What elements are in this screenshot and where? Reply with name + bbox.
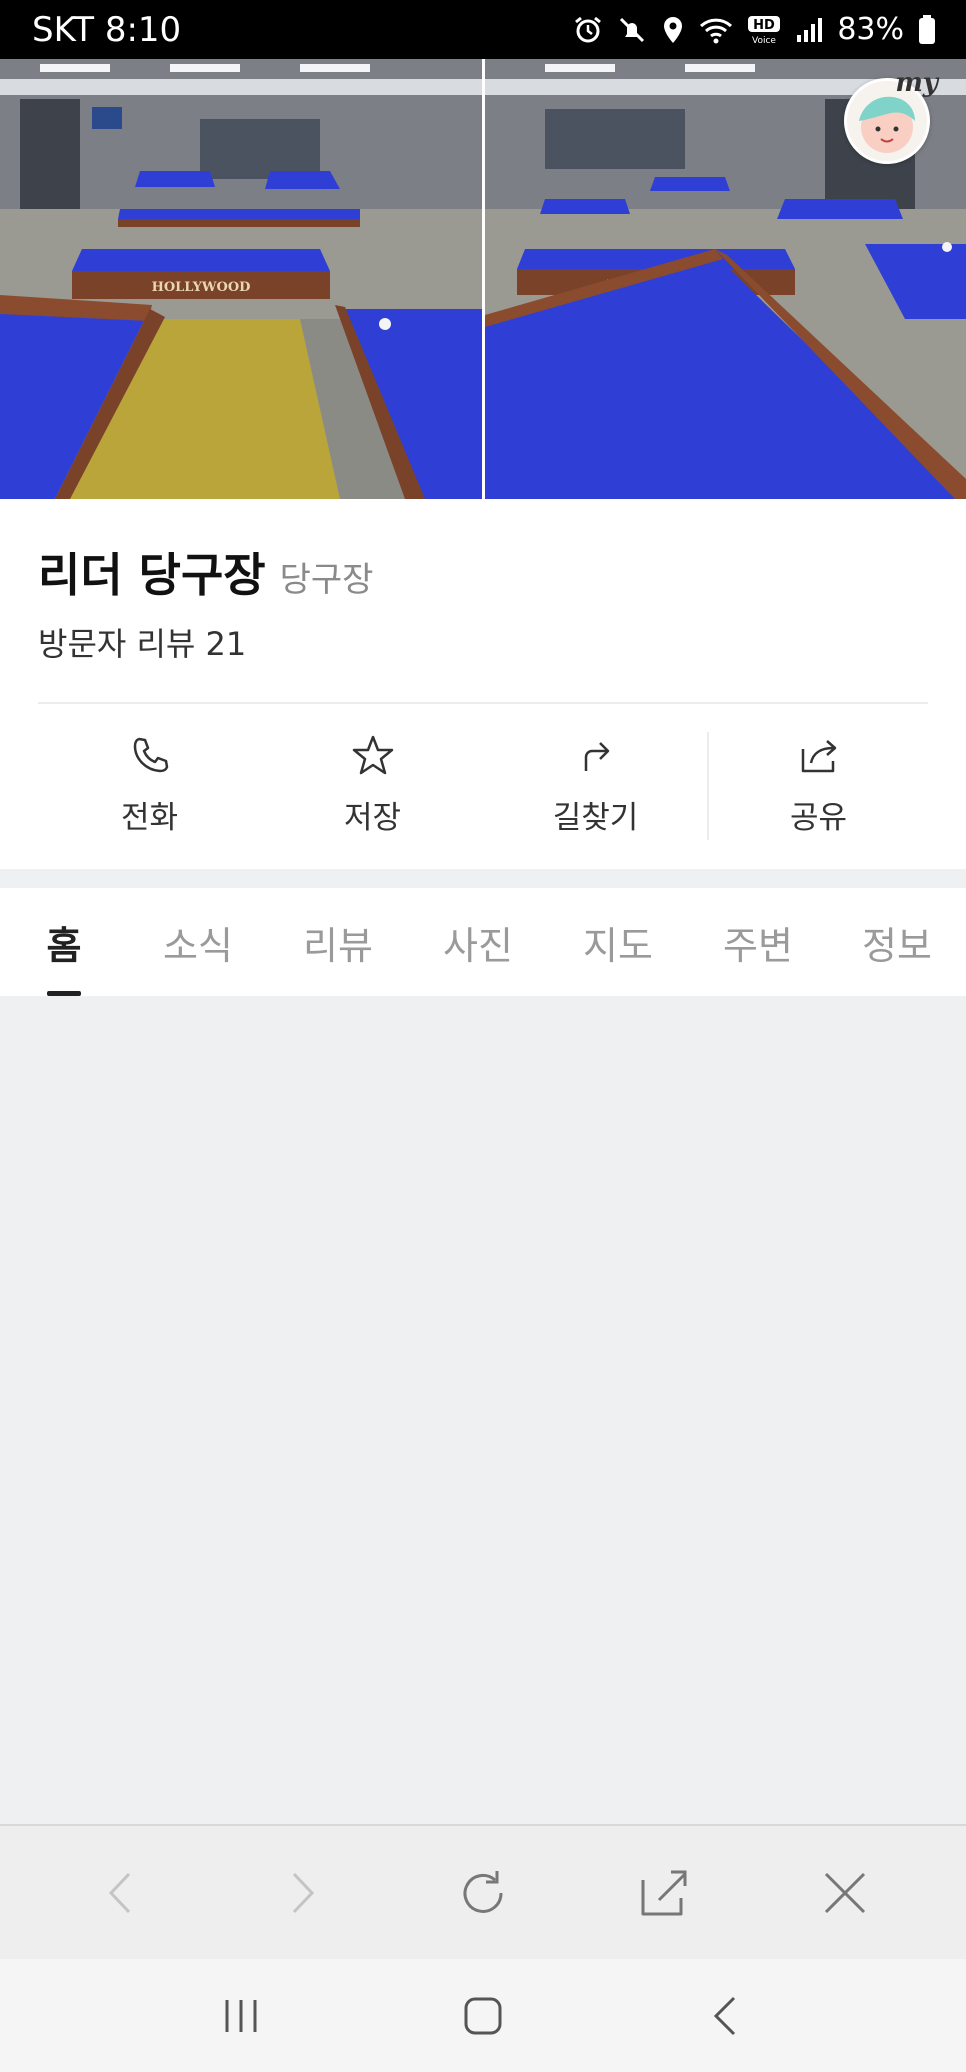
- phone-icon: [130, 732, 170, 778]
- carrier-time: SKT 8:10: [32, 9, 182, 50]
- hd-voice-icon: HD Voice: [747, 15, 781, 45]
- directions-label: 길찾기: [552, 800, 639, 836]
- svg-text:Voice: Voice: [752, 36, 776, 45]
- tab-content-area: [0, 996, 966, 1824]
- tab-photos[interactable]: 사진: [408, 888, 548, 996]
- title-row: 리더 당구장 당구장: [38, 539, 373, 605]
- save-button[interactable]: 저장: [261, 732, 484, 842]
- photo-gallery[interactable]: HOLLYWOOD HOLLYWOOD: [0, 59, 966, 499]
- system-nav-bar: [0, 1959, 966, 2072]
- mute-icon: [617, 15, 647, 45]
- tab-home[interactable]: 홈: [0, 888, 128, 996]
- svg-text:HOLLYWOOD: HOLLYWOOD: [152, 280, 251, 295]
- back-icon: [713, 1996, 736, 2035]
- browser-back-button[interactable]: [81, 1853, 161, 1933]
- status-icons: HD Voice 83%: [573, 12, 936, 47]
- svg-text:HD: HD: [753, 18, 775, 33]
- status-bar: SKT 8:10 HD Voice 83%: [0, 0, 966, 59]
- battery-icon: [918, 14, 936, 45]
- share-icon: [641, 1870, 687, 1915]
- recent-apps-button[interactable]: [201, 1976, 281, 2056]
- tab-news[interactable]: 소식: [128, 888, 268, 996]
- share-button[interactable]: 공유: [707, 732, 930, 842]
- tab-bar: 홈 소식 리뷰 사진 지도 주변 정보: [0, 888, 966, 996]
- place-category: 당구장: [279, 560, 374, 600]
- action-separator: [707, 732, 709, 840]
- signal-icon: [795, 16, 823, 44]
- battery-percent: 83%: [837, 12, 904, 47]
- directions-icon: [576, 732, 616, 778]
- back-icon: [108, 1872, 130, 1913]
- alarm-icon: [573, 15, 603, 45]
- directions-button[interactable]: 길찾기: [484, 732, 707, 842]
- browser-share-button[interactable]: [624, 1853, 704, 1933]
- browser-refresh-button[interactable]: [443, 1853, 523, 1933]
- place-name: 리더 당구장: [38, 548, 266, 602]
- star-icon: [351, 732, 395, 778]
- action-bar: 전화 저장 길찾기 공유: [0, 732, 966, 842]
- recent-apps-icon: [225, 1999, 257, 2032]
- location-icon: [661, 15, 685, 45]
- my-badge: my: [895, 68, 938, 98]
- tab-info[interactable]: 정보: [828, 888, 966, 996]
- browser-close-button[interactable]: [805, 1853, 885, 1933]
- browser-toolbar: [0, 1824, 966, 1959]
- browser-forward-button[interactable]: [262, 1853, 342, 1933]
- save-label: 저장: [343, 800, 402, 836]
- refresh-icon: [463, 1870, 503, 1913]
- photo-1[interactable]: HOLLYWOOD: [0, 59, 482, 499]
- divider: [38, 702, 928, 704]
- share-label: 공유: [789, 800, 848, 836]
- call-button[interactable]: 전화: [38, 732, 261, 842]
- tab-nearby[interactable]: 주변: [688, 888, 828, 996]
- close-icon: [825, 1872, 866, 1913]
- wifi-icon: [699, 16, 733, 44]
- call-label: 전화: [120, 800, 179, 836]
- forward-icon: [292, 1872, 314, 1913]
- home-icon: [464, 1997, 502, 2034]
- home-button[interactable]: [443, 1976, 523, 2056]
- system-back-button[interactable]: [685, 1976, 765, 2056]
- share-icon: [797, 732, 841, 778]
- tab-map[interactable]: 지도: [548, 888, 688, 996]
- visitor-review-count[interactable]: 방문자 리뷰 21: [38, 619, 246, 665]
- place-info: 리더 당구장 당구장 방문자 리뷰 21 전화 저장 길찾기 공유: [0, 499, 966, 869]
- tab-reviews[interactable]: 리뷰: [268, 888, 408, 996]
